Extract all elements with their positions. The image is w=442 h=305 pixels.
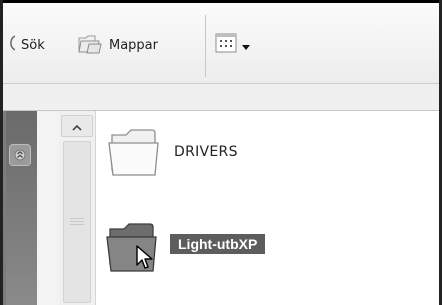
task-pane: [3, 111, 37, 305]
search-icon: [3, 33, 16, 57]
collapse-icon: [14, 146, 26, 165]
vertical-scrollbar[interactable]: [59, 111, 96, 305]
folder-item-drivers[interactable]: DRIVERS: [106, 121, 238, 183]
scroll-up-button[interactable]: [61, 115, 93, 137]
views-button[interactable]: [215, 33, 251, 57]
collapse-button[interactable]: [9, 144, 31, 166]
folders-button[interactable]: Mappar: [77, 32, 158, 58]
toolbar: Sök Mappar: [3, 3, 439, 84]
folder-icon: [106, 121, 164, 183]
file-list: DRIVERS Light-utbXP: [96, 111, 439, 305]
toolbar-separator: [205, 15, 206, 77]
folder-label: DRIVERS: [174, 144, 238, 160]
folders-label: Mappar: [109, 37, 158, 53]
view-menu-icon: [215, 33, 237, 57]
search-label: Sök: [21, 37, 45, 53]
chevron-up-icon: [72, 117, 82, 136]
folder-label: Light-utbXP: [170, 234, 266, 254]
chevron-down-icon: [241, 36, 251, 55]
folders-icon: [77, 32, 103, 58]
scroll-thumb[interactable]: [63, 141, 91, 303]
scroll-grip: [70, 218, 84, 226]
address-bar: [3, 84, 439, 111]
folder-item-light-utbxp[interactable]: Light-utbXP: [104, 215, 266, 279]
mouse-cursor-icon: [136, 245, 154, 275]
pane-gutter: [37, 111, 59, 305]
search-button[interactable]: Sök: [3, 33, 45, 57]
